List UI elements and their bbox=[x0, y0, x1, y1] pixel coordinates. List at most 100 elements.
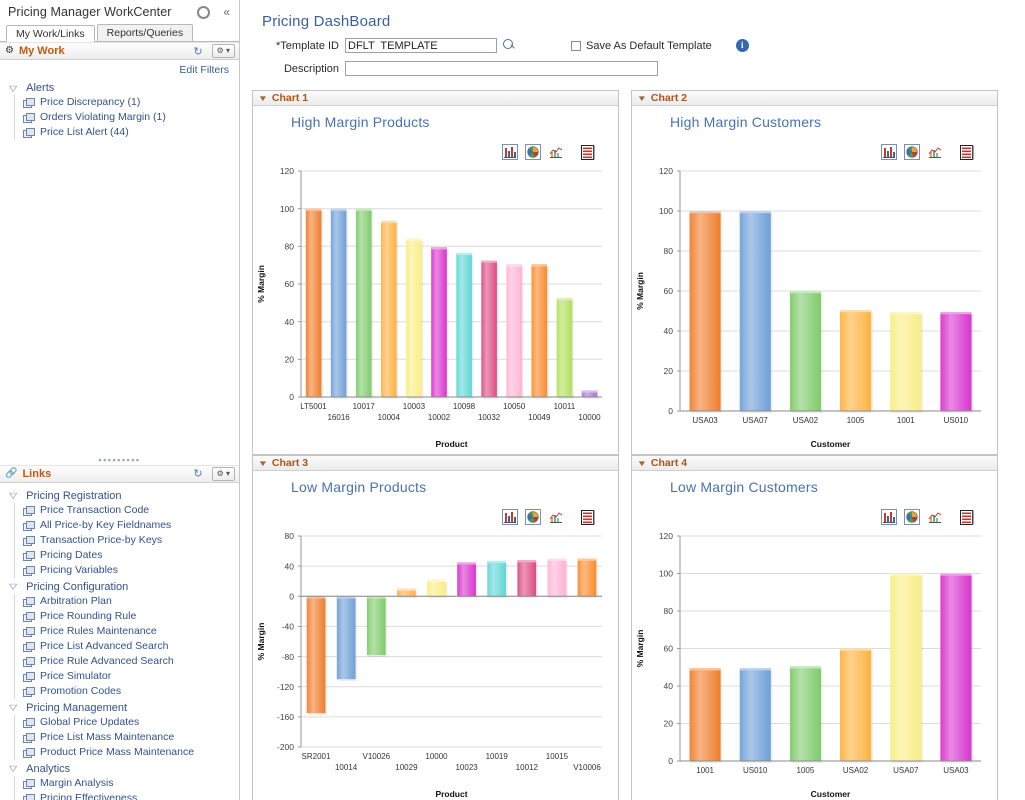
svg-text:US010: US010 bbox=[944, 416, 969, 425]
chart-panel-header[interactable]: ▼ Chart 1 bbox=[253, 91, 618, 106]
link-price-rules-maintenance[interactable]: Price Rules Maintenance bbox=[40, 625, 157, 638]
page-icon bbox=[23, 612, 34, 621]
edit-filters-link[interactable]: Edit Filters bbox=[179, 64, 229, 76]
template-id-input[interactable] bbox=[345, 38, 497, 53]
list-item[interactable]: Transaction Price-by Keys bbox=[15, 533, 239, 548]
refresh-icon[interactable]: ↻ bbox=[193, 467, 202, 480]
link-price-rounding-rule[interactable]: Price Rounding Rule bbox=[40, 610, 136, 623]
tab-my-work-links[interactable]: My Work/Links bbox=[6, 25, 95, 42]
chevron-down-icon[interactable]: ▼ bbox=[258, 94, 268, 103]
line-chart-icon[interactable] bbox=[548, 509, 564, 525]
tree-children: Arbitration Plan Price Rounding Rule Pri… bbox=[14, 594, 239, 699]
link-global-price-updates[interactable]: Global Price Updates bbox=[40, 716, 139, 729]
pie-chart-icon[interactable] bbox=[525, 509, 541, 525]
chevron-down-icon[interactable]: ▽ bbox=[9, 582, 17, 591]
link-pricing-effectiveness[interactable]: Pricing Effectiveness bbox=[40, 792, 137, 800]
link-product-price-mass-maintenance[interactable]: Product Price Mass Maintenance bbox=[40, 746, 194, 759]
data-grid-icon[interactable] bbox=[580, 509, 596, 525]
chevron-down-icon[interactable]: ▽ bbox=[9, 491, 17, 500]
info-icon[interactable]: i bbox=[736, 39, 749, 52]
link-price-simulator[interactable]: Price Simulator bbox=[40, 670, 111, 683]
list-item[interactable]: Price Simulator bbox=[15, 669, 239, 684]
tree-group-header[interactable]: ▽ Analytics bbox=[0, 762, 239, 776]
list-item[interactable]: All Price-by Key Fieldnames bbox=[15, 518, 239, 533]
link-promotion-codes[interactable]: Promotion Codes bbox=[40, 685, 121, 698]
tree-group-header[interactable]: ▽ Pricing Management bbox=[0, 701, 239, 715]
search-icon[interactable] bbox=[503, 39, 516, 52]
list-item[interactable]: Price List Alert (44) bbox=[15, 125, 239, 140]
description-input[interactable] bbox=[345, 61, 658, 76]
link-orders-violating-margin[interactable]: Orders Violating Margin (1) bbox=[40, 111, 166, 124]
page-icon bbox=[23, 657, 34, 666]
chart-panel-header[interactable]: ▼ Chart 3 bbox=[253, 456, 618, 471]
data-grid-icon[interactable] bbox=[580, 144, 596, 160]
list-item[interactable]: Price Rule Advanced Search bbox=[15, 654, 239, 669]
tree-group-header[interactable]: ▽ Pricing Configuration bbox=[0, 580, 239, 594]
chart-panel-header[interactable]: ▼ Chart 2 bbox=[632, 91, 997, 106]
bar-chart-icon[interactable] bbox=[502, 509, 518, 525]
list-item[interactable]: Price Transaction Code bbox=[15, 503, 239, 518]
link-pricing-variables[interactable]: Pricing Variables bbox=[40, 564, 118, 577]
link-pricing-dates[interactable]: Pricing Dates bbox=[40, 549, 102, 562]
list-item[interactable]: Promotion Codes bbox=[15, 684, 239, 699]
list-item[interactable]: Orders Violating Margin (1) bbox=[15, 110, 239, 125]
chevron-down-icon[interactable]: ▽ bbox=[9, 84, 17, 93]
chevron-down-icon[interactable]: ▼ bbox=[637, 94, 647, 103]
line-chart-icon[interactable] bbox=[927, 509, 943, 525]
link-all-price-by-key-fieldnames[interactable]: All Price-by Key Fieldnames bbox=[40, 519, 171, 532]
pie-chart-icon[interactable] bbox=[525, 144, 541, 160]
panel-splitter-handle[interactable]: ▪▪▪▪▪▪▪▪▪ bbox=[0, 454, 239, 465]
list-item[interactable]: Pricing Variables bbox=[15, 563, 239, 578]
svg-text:10023: 10023 bbox=[455, 763, 478, 772]
link-price-transaction-code[interactable]: Price Transaction Code bbox=[40, 504, 149, 517]
link-price-rule-advanced-search[interactable]: Price Rule Advanced Search bbox=[40, 655, 174, 668]
options-menu-icon[interactable]: ⚙ ▾ bbox=[212, 44, 235, 58]
list-item[interactable]: Price Rules Maintenance bbox=[15, 624, 239, 639]
bar-chart-icon[interactable] bbox=[881, 509, 897, 525]
list-item[interactable]: Product Price Mass Maintenance bbox=[15, 745, 239, 760]
chevron-down-icon[interactable]: ▽ bbox=[9, 703, 17, 712]
link-arbitration-plan[interactable]: Arbitration Plan bbox=[40, 595, 112, 608]
list-item[interactable]: Pricing Dates bbox=[15, 548, 239, 563]
link-price-discrepancy[interactable]: Price Discrepancy (1) bbox=[40, 96, 140, 109]
link-price-list-mass-maintenance[interactable]: Price List Mass Maintenance bbox=[40, 731, 174, 744]
bar-chart-icon[interactable] bbox=[881, 144, 897, 160]
bar-chart-icon[interactable] bbox=[502, 144, 518, 160]
list-item[interactable]: Arbitration Plan bbox=[15, 594, 239, 609]
tree-group-header[interactable]: ▽ Pricing Registration bbox=[0, 489, 239, 503]
link-price-list-alert[interactable]: Price List Alert (44) bbox=[40, 126, 129, 139]
refresh-icon[interactable]: ↻ bbox=[193, 45, 202, 58]
list-item[interactable]: Global Price Updates bbox=[15, 715, 239, 730]
line-chart-icon[interactable] bbox=[548, 144, 564, 160]
chart-panel-header[interactable]: ▼ Chart 4 bbox=[632, 456, 997, 471]
save-default-template-checkbox[interactable] bbox=[571, 41, 581, 51]
chevron-down-icon[interactable]: ▽ bbox=[9, 764, 17, 773]
link-margin-analysis[interactable]: Margin Analysis bbox=[40, 777, 114, 790]
tree-group-header[interactable]: ▽ Alerts bbox=[0, 81, 239, 95]
chevron-down-icon[interactable]: ▼ bbox=[637, 459, 647, 468]
list-item[interactable]: Price List Mass Maintenance bbox=[15, 730, 239, 745]
data-grid-icon[interactable] bbox=[959, 144, 975, 160]
link-price-list-advanced-search[interactable]: Price List Advanced Search bbox=[40, 640, 168, 653]
tree-group-pricing-management: ▽ Pricing Management Global Price Update… bbox=[0, 701, 239, 760]
list-item[interactable]: Pricing Effectiveness bbox=[15, 791, 239, 800]
options-menu-icon[interactable]: ⚙ ▾ bbox=[212, 467, 235, 481]
list-item[interactable]: Price Rounding Rule bbox=[15, 609, 239, 624]
svg-text:20: 20 bbox=[285, 355, 295, 365]
gear-icon[interactable] bbox=[197, 6, 210, 19]
svg-text:USA07: USA07 bbox=[743, 416, 769, 425]
list-item[interactable]: Price Discrepancy (1) bbox=[15, 95, 239, 110]
tree-group-pricing-registration: ▽ Pricing Registration Price Transaction… bbox=[0, 489, 239, 578]
chevron-down-icon[interactable]: ▼ bbox=[258, 459, 268, 468]
line-chart-icon[interactable] bbox=[927, 144, 943, 160]
data-grid-icon[interactable] bbox=[959, 509, 975, 525]
pie-chart-icon[interactable] bbox=[904, 509, 920, 525]
workcenter-panel: Pricing Manager WorkCenter « My Work/Lin… bbox=[0, 0, 240, 800]
template-id-label: *Template ID bbox=[240, 40, 345, 52]
tab-reports-queries[interactable]: Reports/Queries bbox=[97, 24, 193, 41]
list-item[interactable]: Price List Advanced Search bbox=[15, 639, 239, 654]
link-transaction-price-by-keys[interactable]: Transaction Price-by Keys bbox=[40, 534, 162, 547]
pie-chart-icon[interactable] bbox=[904, 144, 920, 160]
collapse-left-icon[interactable]: « bbox=[220, 5, 233, 19]
list-item[interactable]: Margin Analysis bbox=[15, 776, 239, 791]
